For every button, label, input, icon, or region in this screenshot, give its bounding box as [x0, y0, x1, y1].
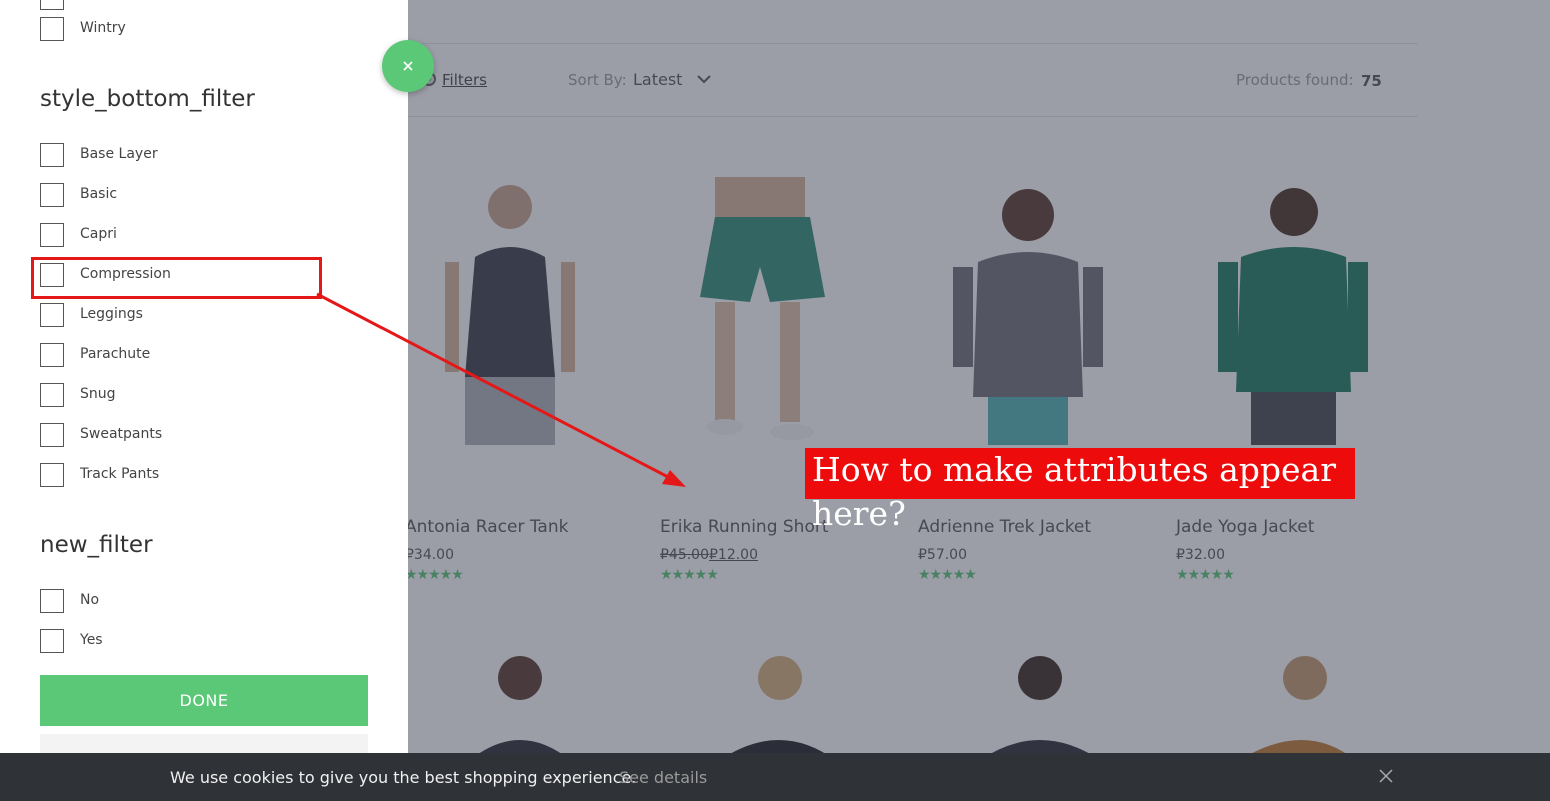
- checkbox[interactable]: [40, 183, 64, 207]
- annotation-label: How to make attributes appear here?: [805, 448, 1355, 533]
- checkbox[interactable]: [40, 343, 64, 367]
- filter-option-label: Yes: [80, 632, 103, 648]
- filter-group-title: new_filter: [40, 532, 153, 558]
- close-icon: [403, 61, 413, 71]
- checkbox[interactable]: [40, 589, 64, 613]
- filter-option-label: Parachute: [80, 346, 151, 362]
- filter-option-label: Basic: [80, 186, 118, 202]
- checkbox[interactable]: [40, 463, 64, 487]
- filter-option-label: Base Layer: [80, 146, 158, 162]
- close-icon[interactable]: [1378, 768, 1394, 784]
- annotation-highlight-box: [31, 257, 322, 299]
- cookie-bar: We use cookies to give you the best shop…: [0, 753, 1550, 801]
- filter-panel: Wintry style_bottom_filter Base Layer Ba…: [0, 0, 408, 801]
- checkbox[interactable]: [40, 423, 64, 447]
- filter-group-title: style_bottom_filter: [40, 86, 255, 112]
- see-details-link[interactable]: See details: [619, 768, 707, 787]
- checkbox[interactable]: [40, 0, 64, 10]
- done-button[interactable]: DONE: [40, 675, 368, 726]
- checkbox[interactable]: [40, 629, 64, 653]
- modal-overlay[interactable]: [408, 0, 1550, 801]
- checkbox[interactable]: [40, 383, 64, 407]
- filter-option-label: Track Pants: [80, 466, 160, 482]
- cookie-message: We use cookies to give you the best shop…: [170, 768, 637, 787]
- checkbox[interactable]: [40, 303, 64, 327]
- filter-option-label: Capri: [80, 226, 117, 242]
- checkbox[interactable]: [40, 143, 64, 167]
- filter-option-label: Wintry: [80, 20, 126, 36]
- checkbox[interactable]: [40, 223, 64, 247]
- filter-option-label: Leggings: [80, 306, 143, 322]
- checkbox[interactable]: [40, 17, 64, 41]
- filter-option-label: No: [80, 592, 100, 608]
- close-filters-button[interactable]: [382, 40, 434, 92]
- filter-option-label: Snug: [80, 386, 116, 402]
- filter-option-label: Sweatpants: [80, 426, 163, 442]
